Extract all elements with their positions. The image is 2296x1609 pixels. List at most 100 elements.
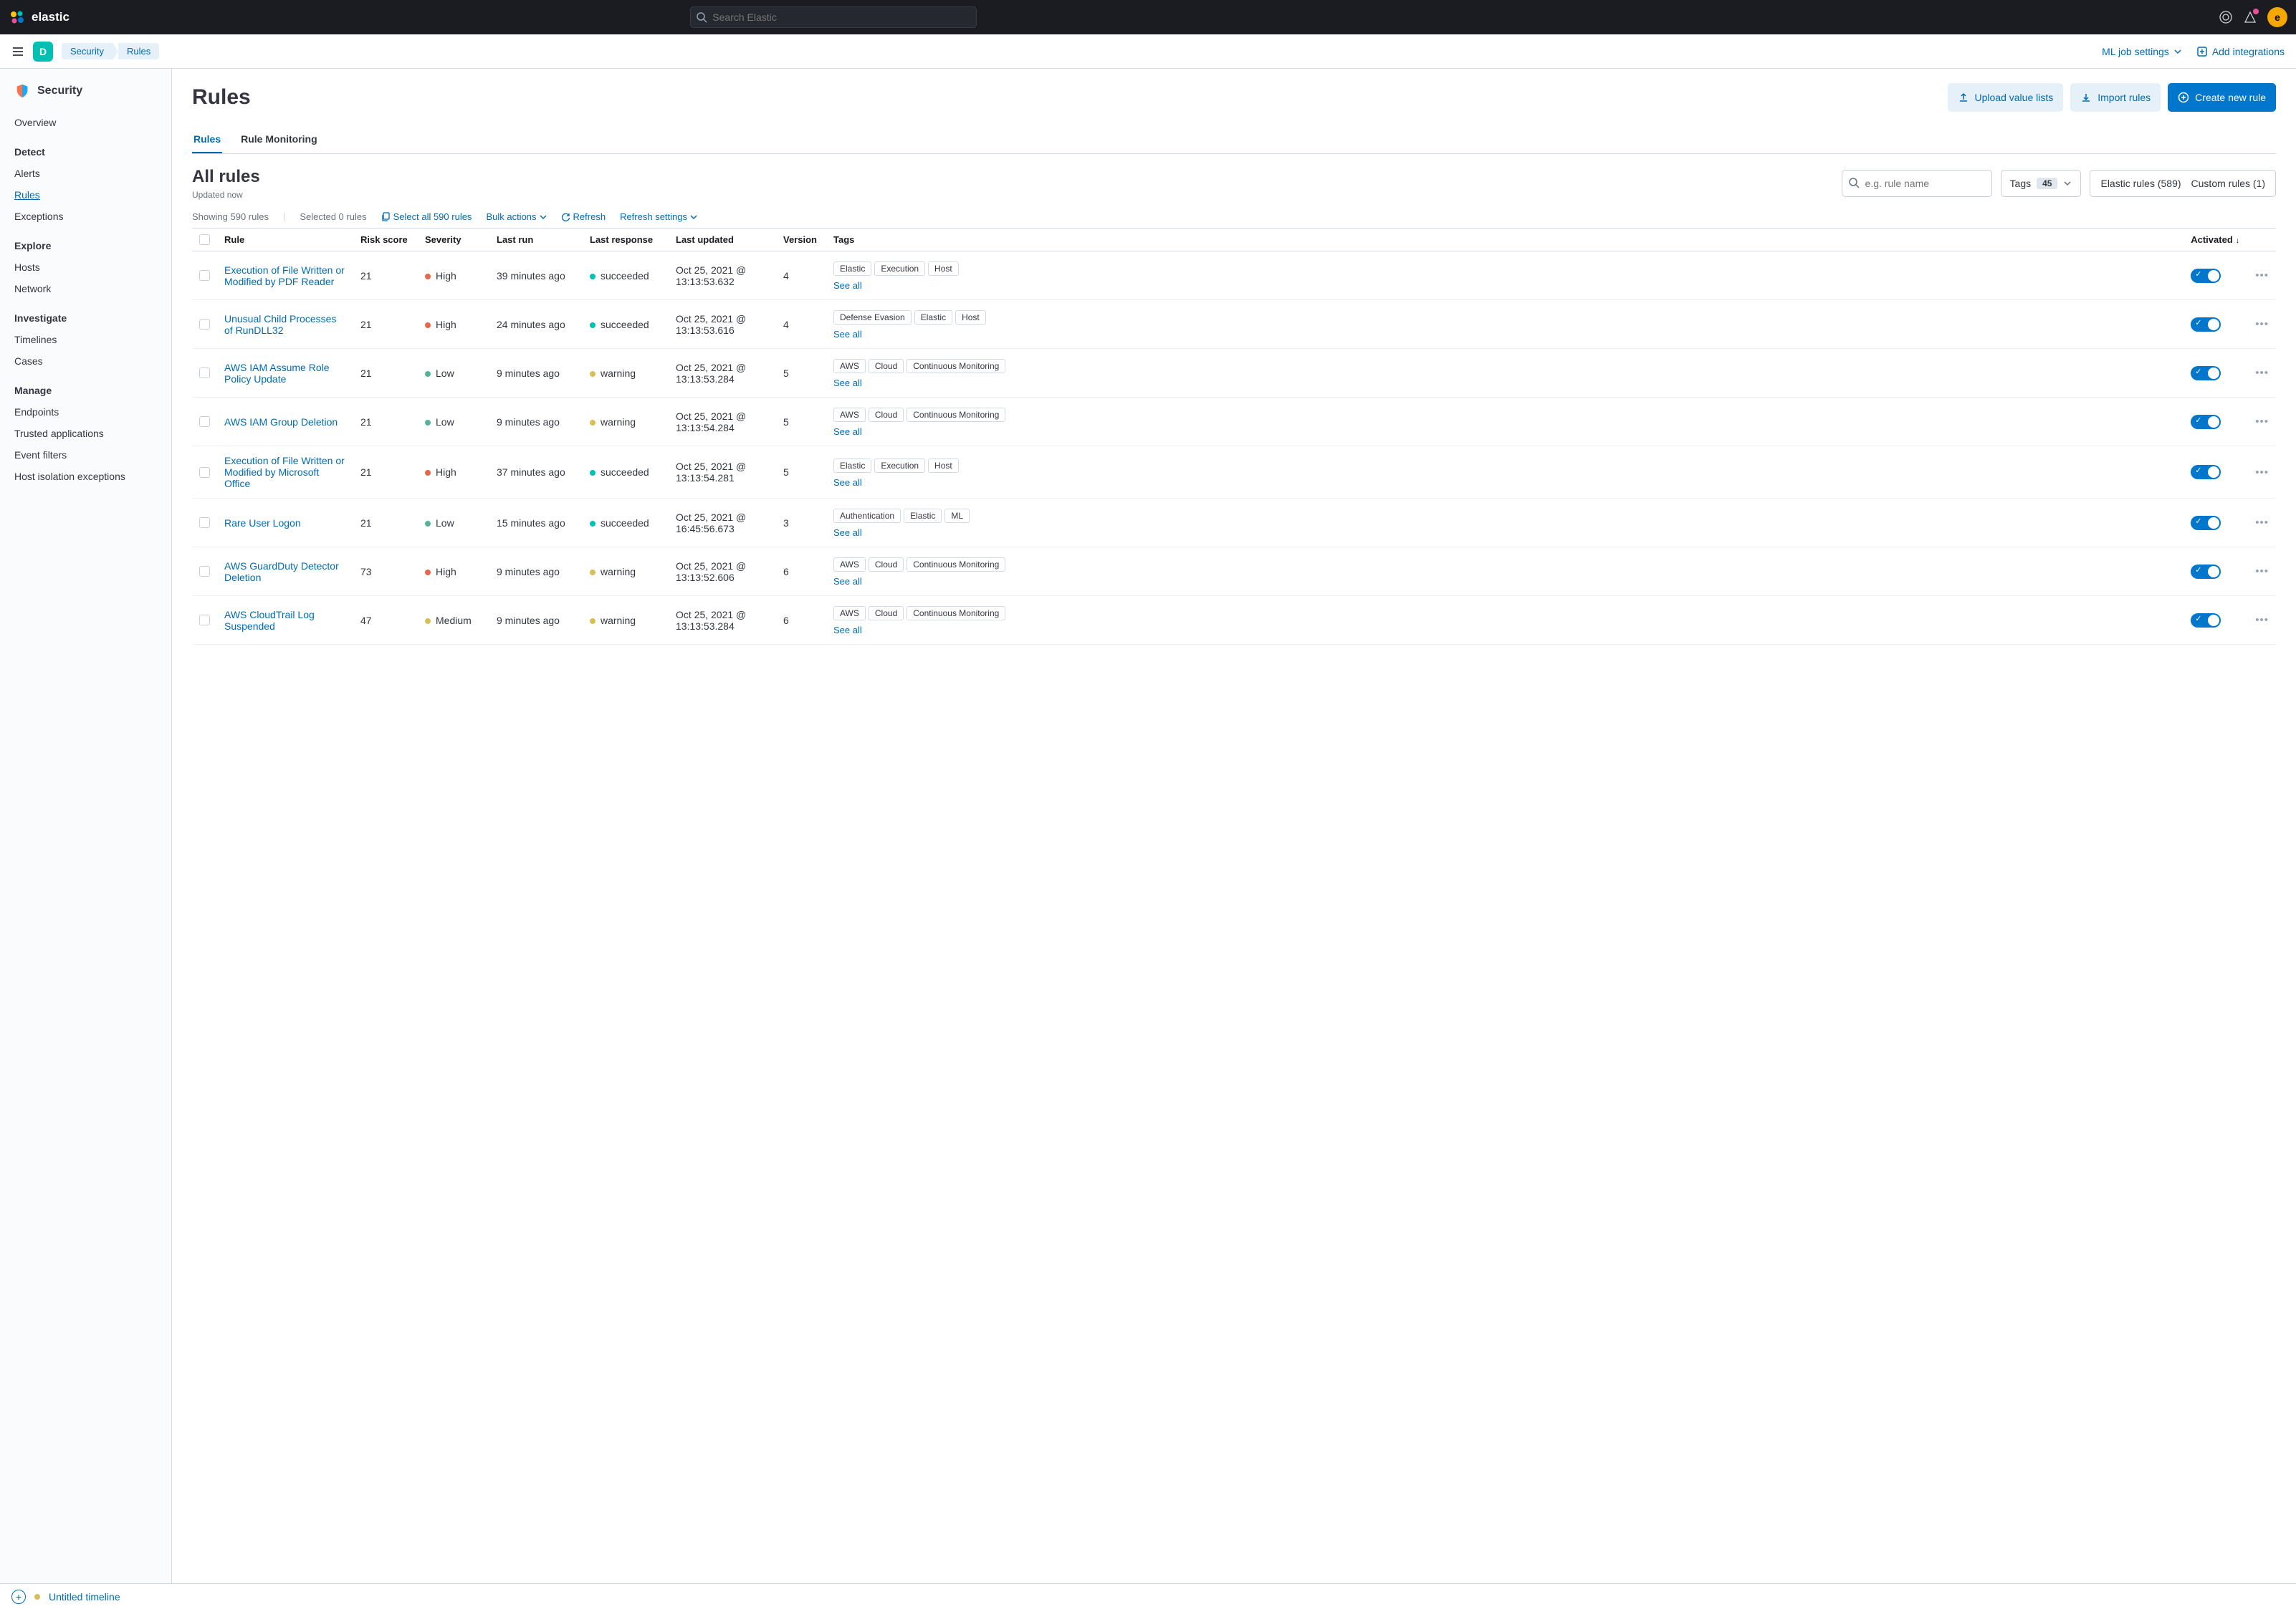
sidebar-item-trusted-applications[interactable]: Trusted applications <box>0 423 171 444</box>
activated-toggle[interactable] <box>2191 613 2221 628</box>
tag-pill[interactable]: AWS <box>833 408 866 422</box>
tag-pill[interactable]: Cloud <box>869 359 904 373</box>
tag-pill[interactable]: Authentication <box>833 509 901 523</box>
tab-rules[interactable]: Rules <box>192 126 222 153</box>
ml-job-settings[interactable]: ML job settings <box>2102 46 2182 57</box>
row-actions-icon[interactable]: ••• <box>2255 318 2269 330</box>
tag-pill[interactable]: Execution <box>874 261 925 276</box>
row-actions-icon[interactable]: ••• <box>2255 269 2269 282</box>
row-checkbox[interactable] <box>199 467 210 478</box>
tag-pill[interactable]: Cloud <box>869 557 904 572</box>
see-all-tags[interactable]: See all <box>833 527 862 538</box>
tag-pill[interactable]: Elastic <box>904 509 942 523</box>
see-all-tags[interactable]: See all <box>833 576 862 587</box>
help-icon[interactable] <box>2219 10 2233 24</box>
rule-search-input[interactable] <box>1842 170 1992 197</box>
see-all-tags[interactable]: See all <box>833 378 862 388</box>
tag-pill[interactable]: Continuous Monitoring <box>907 359 1005 373</box>
rule-name-link[interactable]: Unusual Child Processes of RunDLL32 <box>224 313 336 336</box>
tag-pill[interactable]: Host <box>928 458 959 473</box>
col-risk[interactable]: Risk score <box>353 229 418 251</box>
activated-toggle[interactable] <box>2191 465 2221 479</box>
col-rule[interactable]: Rule <box>217 229 353 251</box>
tag-pill[interactable]: Execution <box>874 458 925 473</box>
col-last-updated[interactable]: Last updated <box>669 229 776 251</box>
rule-name-link[interactable]: Execution of File Written or Modified by… <box>224 455 345 489</box>
rule-name-link[interactable]: AWS CloudTrail Log Suspended <box>224 609 315 632</box>
add-timeline-button[interactable]: + <box>11 1590 26 1604</box>
see-all-tags[interactable]: See all <box>833 329 862 340</box>
row-actions-icon[interactable]: ••• <box>2255 466 2269 479</box>
timeline-title[interactable]: Untitled timeline <box>49 1591 120 1603</box>
tab-rule-monitoring[interactable]: Rule Monitoring <box>239 126 319 153</box>
breadcrumb-rules[interactable]: Rules <box>118 43 159 59</box>
tag-pill[interactable]: Defense Evasion <box>833 310 912 325</box>
activated-toggle[interactable] <box>2191 366 2221 380</box>
row-checkbox[interactable] <box>199 416 210 427</box>
refresh-settings[interactable]: Refresh settings <box>620 211 697 222</box>
tags-filter[interactable]: Tags 45 <box>2001 170 2082 197</box>
tag-pill[interactable]: Continuous Monitoring <box>907 408 1005 422</box>
sidebar-item-overview[interactable]: Overview <box>0 112 171 133</box>
see-all-tags[interactable]: See all <box>833 477 862 488</box>
see-all-tags[interactable]: See all <box>833 280 862 291</box>
rule-name-link[interactable]: Rare User Logon <box>224 517 301 529</box>
select-all-link[interactable]: Select all 590 rules <box>381 211 472 222</box>
row-checkbox[interactable] <box>199 517 210 528</box>
nav-toggle-icon[interactable] <box>11 45 24 58</box>
sidebar-item-endpoints[interactable]: Endpoints <box>0 401 171 423</box>
tag-pill[interactable]: AWS <box>833 557 866 572</box>
row-checkbox[interactable] <box>199 615 210 625</box>
sidebar-item-rules[interactable]: Rules <box>0 184 171 206</box>
tag-pill[interactable]: Elastic <box>833 458 871 473</box>
bulk-actions[interactable]: Bulk actions <box>486 211 546 222</box>
rule-name-link[interactable]: Execution of File Written or Modified by… <box>224 264 345 287</box>
upload-value-lists-button[interactable]: Upload value lists <box>1948 83 2064 112</box>
row-checkbox[interactable] <box>199 270 210 281</box>
activated-toggle[interactable] <box>2191 516 2221 530</box>
row-checkbox[interactable] <box>199 368 210 378</box>
brand-logo[interactable]: elastic <box>9 9 70 26</box>
tag-pill[interactable]: Cloud <box>869 606 904 620</box>
tag-pill[interactable]: Continuous Monitoring <box>907 606 1005 620</box>
activated-toggle[interactable] <box>2191 317 2221 332</box>
breadcrumb-security[interactable]: Security <box>62 43 113 59</box>
tag-pill[interactable]: Host <box>955 310 986 325</box>
tag-pill[interactable]: Host <box>928 261 959 276</box>
import-rules-button[interactable]: Import rules <box>2070 83 2161 112</box>
sidebar-item-network[interactable]: Network <box>0 278 171 299</box>
select-all-checkbox[interactable] <box>199 234 210 245</box>
tag-pill[interactable]: Continuous Monitoring <box>907 557 1005 572</box>
create-new-rule-button[interactable]: Create new rule <box>2168 83 2276 112</box>
sidebar-item-cases[interactable]: Cases <box>0 350 171 372</box>
sidebar-item-exceptions[interactable]: Exceptions <box>0 206 171 227</box>
activated-toggle[interactable] <box>2191 415 2221 429</box>
rule-name-link[interactable]: AWS GuardDuty Detector Deletion <box>224 560 339 583</box>
col-severity[interactable]: Severity <box>418 229 489 251</box>
add-integrations[interactable]: Add integrations <box>2196 46 2285 57</box>
col-activated[interactable]: Activated↓ <box>2183 229 2248 251</box>
sidebar-item-alerts[interactable]: Alerts <box>0 163 171 184</box>
newsfeed-icon[interactable] <box>2243 10 2257 24</box>
sidebar-item-host-isolation-exceptions[interactable]: Host isolation exceptions <box>0 466 171 487</box>
activated-toggle[interactable] <box>2191 269 2221 283</box>
see-all-tags[interactable]: See all <box>833 426 862 437</box>
tag-pill[interactable]: Cloud <box>869 408 904 422</box>
global-search-input[interactable] <box>690 6 977 28</box>
rule-name-link[interactable]: AWS IAM Group Deletion <box>224 416 338 428</box>
row-actions-icon[interactable]: ••• <box>2255 517 2269 529</box>
refresh-link[interactable]: Refresh <box>561 211 606 222</box>
tag-pill[interactable]: ML <box>944 509 970 523</box>
custom-rules-count[interactable]: Custom rules (1) <box>2191 178 2265 189</box>
tag-pill[interactable]: AWS <box>833 606 866 620</box>
sidebar-item-event-filters[interactable]: Event filters <box>0 444 171 466</box>
elastic-rules-count[interactable]: Elastic rules (589) <box>2100 178 2181 189</box>
space-badge[interactable]: D <box>33 42 53 62</box>
col-version[interactable]: Version <box>776 229 826 251</box>
row-actions-icon[interactable]: ••• <box>2255 367 2269 379</box>
user-avatar[interactable]: e <box>2267 7 2287 27</box>
row-checkbox[interactable] <box>199 319 210 330</box>
sidebar-item-timelines[interactable]: Timelines <box>0 329 171 350</box>
col-tags[interactable]: Tags <box>826 229 2183 251</box>
tag-pill[interactable]: Elastic <box>914 310 952 325</box>
